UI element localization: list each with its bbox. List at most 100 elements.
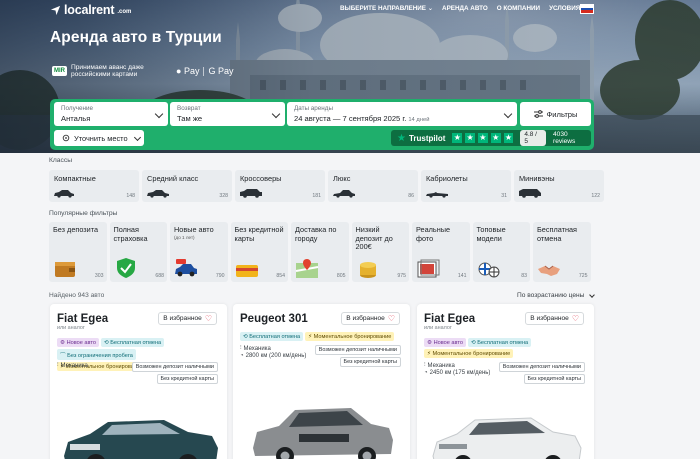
tag-text: Новое авто xyxy=(433,339,463,346)
filter-free-cancel[interactable]: Бесплатная отмена 725 xyxy=(533,222,591,282)
filter-count: 854 xyxy=(276,273,285,279)
mir-payment-note: MIR Принимаем аванс даже российскими кар… xyxy=(52,64,171,78)
filters-button[interactable]: Фильтры xyxy=(520,102,591,126)
filter-count: 688 xyxy=(155,273,164,279)
logo[interactable]: localrent .com xyxy=(50,3,131,17)
tag-new-car: ⚙ Новое авто xyxy=(424,338,466,347)
class-crossover[interactable]: Кроссоверы 181 xyxy=(235,170,325,202)
filter-no-deposit[interactable]: Без депозита 303 xyxy=(49,222,107,282)
logo-suffix: .com xyxy=(117,8,132,15)
fav-label: В избранное xyxy=(163,315,202,322)
filter-new-cars[interactable]: Новые авто (до 1 лет) 790 xyxy=(170,222,228,282)
trustpilot-rating[interactable]: ★ Trustpilot ★ ★ ★ ★ ★ 4.8 / 5 4030 revi… xyxy=(391,130,591,146)
refine-location-button[interactable]: Уточнить место xyxy=(54,130,144,146)
tag-text: Без ограничения пробега xyxy=(67,352,133,359)
nav-terms[interactable]: УСЛОВИЯ xyxy=(549,5,580,12)
filter-city-delivery[interactable]: Доставка по городу 805 xyxy=(291,222,349,282)
transmission-text: Механика xyxy=(427,362,455,369)
tag-unlimited-mileage: ⌒ Без ограничения пробега xyxy=(57,349,136,360)
filters-label: Фильтры xyxy=(546,109,578,119)
brand-logos-icon xyxy=(478,262,499,278)
tag-free-cancel: ⟲ Бесплатная отмена xyxy=(100,338,165,347)
filter-count: 790 xyxy=(215,273,225,279)
star-icon: ★ xyxy=(503,133,514,143)
add-to-favorites-button[interactable]: В избранное ♡ xyxy=(341,312,400,325)
nav-car-rental[interactable]: АРЕНДА АВТО xyxy=(442,5,488,12)
filter-name: Бесплатная отмена xyxy=(537,225,577,243)
deposit-info: Возможен депозит наличными Без кредитной… xyxy=(131,362,218,384)
apple-glyph: ● xyxy=(176,66,182,76)
filter-count: 725 xyxy=(578,273,588,279)
car-card[interactable]: Fiat Egea или аналог В избранное ♡ ⚙ Ново… xyxy=(50,304,227,459)
car-tags: ⚙ Новое авто ⟲ Бесплатная отмена ⚡ Момен… xyxy=(424,338,590,358)
classes-title: Классы xyxy=(49,157,73,164)
star-icon: ★ xyxy=(490,133,501,143)
tag-instant-booking: ⚡ Моментальное бронирование xyxy=(424,349,514,358)
minivan-car-icon xyxy=(519,189,541,198)
filter-name: Без кредитной карты xyxy=(234,225,284,243)
car-transmission: ⫶ Механика xyxy=(424,362,455,369)
return-select[interactable]: Возврат Там же xyxy=(170,102,285,126)
filter-no-credit-card[interactable]: Без кредитной карты 854 xyxy=(230,222,288,282)
popular-filters-title: Популярные фильтры xyxy=(49,210,118,217)
car-model: Peugeot 301 xyxy=(240,313,308,325)
car-similar: или аналог xyxy=(424,325,452,331)
heart-icon: ♡ xyxy=(387,314,395,323)
deposit-cash: Возможен депозит наличными xyxy=(498,362,585,372)
payment-methods: ● Pay G Pay xyxy=(176,66,233,76)
nav-destination[interactable]: ВЫБЕРИТЕ НАПРАВЛЕНИЕ ⌄ xyxy=(340,5,433,12)
car-card[interactable]: Peugeot 301 В избранное ♡ ⟲ Бесплатная от… xyxy=(233,304,410,459)
tag-free-cancel: ⟲ Бесплатная отмена xyxy=(467,338,532,347)
chevron-down-icon xyxy=(133,133,141,141)
car-photo xyxy=(64,420,218,459)
tag-text: Бесплатная отмена xyxy=(110,339,162,346)
car-mileage: ◔ 2800 км (200 км/день) xyxy=(240,353,306,359)
class-compact[interactable]: Компактные 148 xyxy=(49,170,139,202)
logo-arrow-icon xyxy=(50,5,61,15)
tag-instant-booking: ⚡ Моментальное бронирование xyxy=(305,332,395,341)
filter-low-deposit[interactable]: Низкий депозит до 200€ 975 xyxy=(351,222,409,282)
chevron-down-icon: ⌄ xyxy=(427,5,434,12)
pickup-label: Получение xyxy=(61,105,93,112)
nav-about[interactable]: О КОМПАНИИ xyxy=(497,5,540,12)
return-label: Возврат xyxy=(177,105,201,112)
dates-days: 14 дней xyxy=(408,117,430,123)
new-car-icon xyxy=(175,259,197,277)
mir-text: Принимаем аванс даже российскими картами xyxy=(71,64,144,78)
class-luxury[interactable]: Люкс 86 xyxy=(328,170,418,202)
trustpilot-name: Trustpilot xyxy=(408,133,446,143)
filter-real-photos[interactable]: Реальные фото 141 xyxy=(412,222,470,282)
class-mid[interactable]: Средний класс 328 xyxy=(142,170,232,202)
tag-text: Бесплатная отмена xyxy=(249,333,301,340)
tag-free-cancel: ⟲ Бесплатная отмена xyxy=(240,332,304,341)
tag-text: Моментальное бронирование xyxy=(313,333,392,340)
add-to-favorites-button[interactable]: В избранное ♡ xyxy=(525,312,584,325)
add-to-favorites-button[interactable]: В избранное ♡ xyxy=(158,312,217,325)
mir-logo-icon: MIR xyxy=(52,66,67,76)
trustpilot-reviews: 4030 reviews xyxy=(553,131,576,145)
convertible-car-icon xyxy=(426,192,448,198)
page-title: Аренда авто в Турции xyxy=(50,29,222,46)
transmission-text: Механика xyxy=(243,345,271,352)
return-value: Там же xyxy=(177,114,203,123)
class-minivan[interactable]: Минивэны 122 xyxy=(514,170,604,202)
refine-location-label: Уточнить место xyxy=(74,133,128,143)
luxury-car-icon xyxy=(333,190,355,198)
class-name: Минивэны xyxy=(519,174,555,183)
star-icon: ★ xyxy=(465,133,475,143)
car-transmission: ⫶ Механика xyxy=(57,362,88,369)
sort-select[interactable]: По возрастанию цены xyxy=(517,291,596,299)
class-convertible[interactable]: Кабриолеты 31 xyxy=(421,170,511,202)
gearbox-icon: ⫶ xyxy=(57,362,59,368)
shield-check-icon xyxy=(116,258,135,278)
pickup-select[interactable]: Получение Анталья xyxy=(54,102,168,126)
class-count: 148 xyxy=(126,193,135,199)
car-card[interactable]: Fiat Egea или аналог В избранное ♡ ⚙ Ново… xyxy=(417,304,594,459)
language-flag-icon[interactable] xyxy=(580,4,594,14)
filter-count: 83 xyxy=(521,273,527,279)
rental-dates-field[interactable]: Даты аренды 24 августа — 7 сентября 2025… xyxy=(287,102,517,126)
filter-top-models[interactable]: Топовые модели 83 xyxy=(472,222,530,282)
gearbox-icon: ⫶ xyxy=(424,362,426,368)
filter-full-insurance[interactable]: Полная страховка 688 xyxy=(109,222,167,282)
mileage-text: 2450 км (175 км/день) xyxy=(429,370,491,376)
